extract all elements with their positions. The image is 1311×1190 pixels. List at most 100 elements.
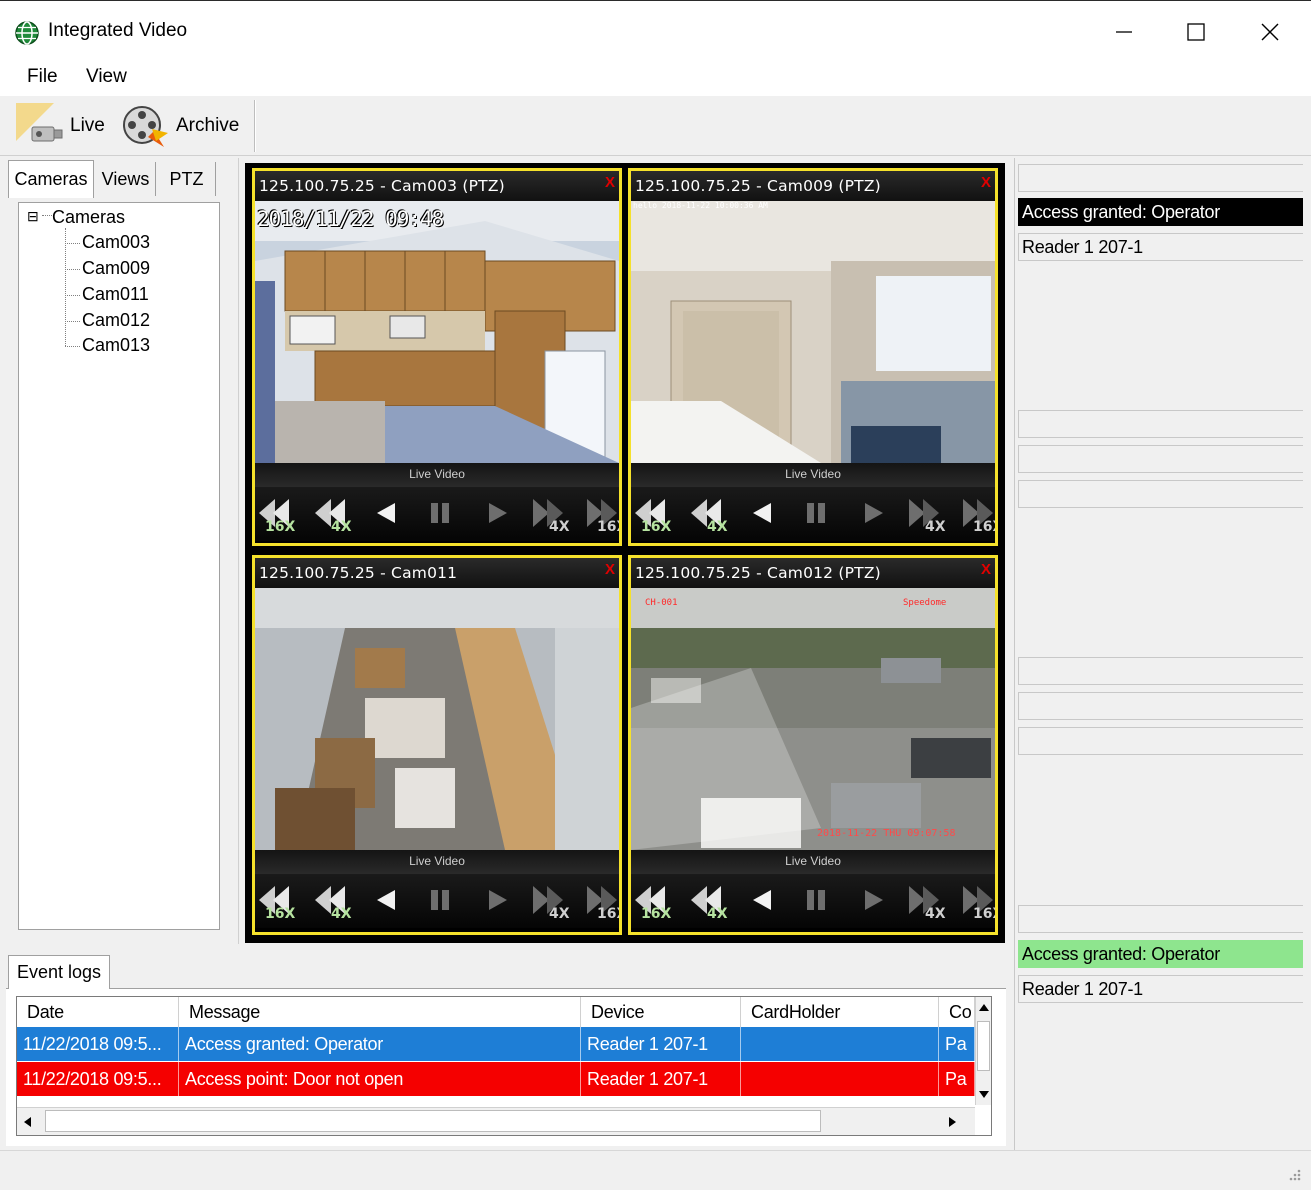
pause-icon[interactable] bbox=[803, 882, 829, 918]
storage-scene bbox=[255, 588, 619, 850]
archive-button[interactable]: Archive bbox=[118, 100, 246, 152]
tile-title: 125.100.75.25 - Cam003 (PTZ) bbox=[255, 171, 619, 201]
video-tile-cam009[interactable]: 125.100.75.25 - Cam009 (PTZ) X hello 201… bbox=[628, 168, 998, 546]
collapse-icon[interactable]: ⊟ bbox=[27, 209, 39, 223]
film-reel-icon bbox=[123, 106, 168, 147]
tile-status: Live Video bbox=[255, 463, 619, 487]
video-feed-storage bbox=[255, 588, 619, 850]
speed-label: 4X bbox=[925, 906, 946, 922]
tile-title: 125.100.75.25 - Cam011 bbox=[255, 558, 619, 588]
step-back-icon[interactable] bbox=[373, 882, 399, 918]
tile-close-button[interactable]: X bbox=[981, 174, 991, 191]
video-tile-cam012[interactable]: 125.100.75.25 - Cam012 (PTZ) X CH-001 Sp… bbox=[628, 555, 998, 935]
video-feed-parking: CH-001 Speedome 2018-11-22 THU 09:07:58 bbox=[631, 588, 995, 850]
scroll-up-icon[interactable] bbox=[978, 1003, 990, 1013]
play-icon[interactable] bbox=[859, 882, 885, 918]
tile-close-button[interactable]: X bbox=[605, 174, 615, 191]
splitter[interactable] bbox=[238, 158, 242, 944]
tab-cameras[interactable]: Cameras bbox=[8, 160, 94, 198]
live-button[interactable]: Live bbox=[14, 100, 110, 152]
speed-label: 4X bbox=[707, 519, 728, 535]
minimize-icon bbox=[1116, 31, 1132, 33]
menu-view[interactable]: View bbox=[86, 66, 127, 88]
event-slot bbox=[1018, 410, 1303, 438]
playback-controls: 16X 4X 4X 16X bbox=[631, 487, 995, 541]
scroll-thumb[interactable] bbox=[977, 1021, 990, 1071]
cell-cardholder bbox=[741, 1062, 939, 1096]
tree-connector bbox=[65, 346, 80, 347]
event-slot bbox=[1018, 480, 1303, 508]
column-header-date[interactable]: Date bbox=[17, 997, 179, 1027]
scroll-down-icon[interactable] bbox=[978, 1089, 990, 1099]
tree-root-cameras[interactable]: Cameras bbox=[52, 207, 125, 228]
event-alert-device: Reader 1 207-1 bbox=[1018, 233, 1303, 261]
speed-label: 16X bbox=[641, 519, 672, 535]
resize-grip-icon[interactable] bbox=[1284, 1164, 1302, 1182]
scroll-left-icon[interactable] bbox=[23, 1116, 33, 1128]
tree-connector bbox=[65, 321, 80, 322]
play-icon[interactable] bbox=[859, 495, 885, 531]
event-alert-label: Access granted: Operator bbox=[1018, 198, 1303, 226]
maximize-button[interactable] bbox=[1166, 12, 1226, 52]
tile-close-button[interactable]: X bbox=[605, 561, 615, 578]
table-row[interactable]: 11/22/2018 09:5... Access granted: Opera… bbox=[17, 1027, 975, 1061]
column-header-message[interactable]: Message bbox=[179, 997, 581, 1027]
tree-item-cam003[interactable]: Cam003 bbox=[82, 232, 150, 253]
tree-connector bbox=[65, 295, 80, 296]
play-icon[interactable] bbox=[483, 495, 509, 531]
kitchen-scene bbox=[255, 201, 619, 463]
pause-icon[interactable] bbox=[427, 882, 453, 918]
step-back-icon[interactable] bbox=[749, 882, 775, 918]
video-tile-cam003[interactable]: 125.100.75.25 - Cam003 (PTZ) X 2018/11/2… bbox=[252, 168, 622, 546]
tree-item-cam012[interactable]: Cam012 bbox=[82, 310, 150, 331]
speed-label: 4X bbox=[925, 519, 946, 535]
scroll-thumb[interactable] bbox=[45, 1110, 821, 1132]
tab-event-logs[interactable]: Event logs bbox=[8, 955, 110, 989]
pause-icon[interactable] bbox=[427, 495, 453, 531]
event-slot bbox=[1018, 692, 1303, 720]
status-bar bbox=[0, 1150, 1311, 1190]
minimize-button[interactable] bbox=[1094, 12, 1154, 52]
column-header-extra[interactable]: Co bbox=[939, 997, 975, 1027]
menu-file[interactable]: File bbox=[27, 66, 58, 88]
playback-controls: 16X 4X 4X 16X bbox=[255, 874, 619, 928]
horizontal-scrollbar[interactable] bbox=[17, 1107, 975, 1135]
parking-scene bbox=[631, 588, 995, 850]
event-slot bbox=[1018, 445, 1303, 473]
window-title: Integrated Video bbox=[48, 20, 188, 41]
tile-close-button[interactable]: X bbox=[981, 561, 991, 578]
tile-status: Live Video bbox=[255, 850, 619, 874]
menu-bar bbox=[0, 60, 1311, 96]
vertical-scrollbar[interactable] bbox=[975, 997, 991, 1105]
archive-label: Archive bbox=[176, 115, 240, 136]
column-header-device[interactable]: Device bbox=[581, 997, 741, 1027]
play-icon[interactable] bbox=[483, 882, 509, 918]
event-alert-device: Reader 1 207-1 bbox=[1018, 975, 1303, 1003]
cell-extra: Pa bbox=[939, 1062, 975, 1096]
step-back-icon[interactable] bbox=[373, 495, 399, 531]
cell-date: 11/22/2018 09:5... bbox=[17, 1062, 179, 1096]
close-icon bbox=[1261, 23, 1279, 41]
tree-connector bbox=[65, 269, 80, 270]
tile-title: 125.100.75.25 - Cam009 (PTZ) bbox=[631, 171, 995, 201]
pause-icon[interactable] bbox=[803, 495, 829, 531]
tab-views[interactable]: Views bbox=[96, 162, 156, 196]
speed-label: 4X bbox=[549, 519, 570, 535]
video-tile-cam011[interactable]: 125.100.75.25 - Cam011 X Live Video 16X … bbox=[252, 555, 622, 935]
step-back-icon[interactable] bbox=[749, 495, 775, 531]
tab-ptz[interactable]: PTZ bbox=[158, 162, 216, 196]
toolbar-separator bbox=[254, 100, 256, 152]
tree-item-cam013[interactable]: Cam013 bbox=[82, 335, 150, 356]
speed-label: 16X bbox=[597, 906, 619, 922]
tile-title: 125.100.75.25 - Cam012 (PTZ) bbox=[631, 558, 995, 588]
speed-label: 4X bbox=[331, 519, 352, 535]
table-row[interactable]: 11/22/2018 09:5... Access point: Door no… bbox=[17, 1062, 975, 1096]
scroll-right-icon[interactable] bbox=[947, 1116, 957, 1128]
cell-extra: Pa bbox=[939, 1027, 975, 1061]
tree-item-cam011[interactable]: Cam011 bbox=[82, 284, 149, 305]
close-button[interactable] bbox=[1240, 12, 1300, 52]
video-timestamp: 2018-11-22 THU 09:07:58 bbox=[817, 828, 956, 839]
event-log-table: Date Message Device CardHolder Co 11/22/… bbox=[16, 996, 992, 1136]
tree-item-cam009[interactable]: Cam009 bbox=[82, 258, 150, 279]
column-header-cardholder[interactable]: CardHolder bbox=[741, 997, 939, 1027]
